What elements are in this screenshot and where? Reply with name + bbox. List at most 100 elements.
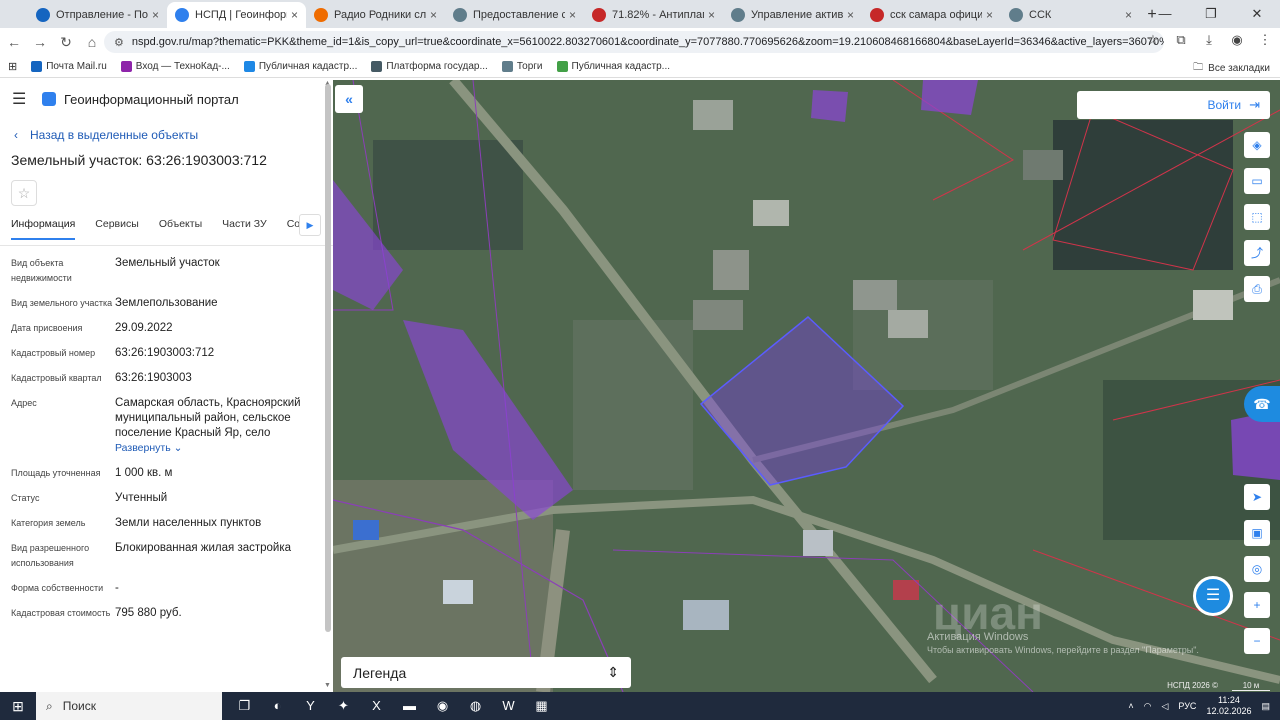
- browser-tab[interactable]: Радио Родники слушать ×: [306, 2, 445, 28]
- scroll-down-arrow-icon[interactable]: ▼: [324, 682, 331, 689]
- tab-close-icon[interactable]: ×: [152, 8, 159, 22]
- assistant-side-icon[interactable]: ☎: [1244, 386, 1280, 422]
- zoom-in-button[interactable]: +: [1244, 592, 1270, 618]
- volume-icon[interactable]: ◁: [1161, 701, 1168, 712]
- expand-address-link[interactable]: Развернуть ⌄: [115, 441, 315, 456]
- property-value: -: [115, 581, 315, 596]
- tab-close-icon[interactable]: ×: [708, 8, 715, 22]
- close-window-button[interactable]: ✕: [1234, 0, 1280, 28]
- browser-tab[interactable]: 71.82% - Антиплагиат он ×: [584, 2, 723, 28]
- tab-close-icon[interactable]: ×: [986, 8, 993, 22]
- minimize-button[interactable]: —: [1142, 0, 1188, 28]
- building: [443, 580, 473, 604]
- favorite-star-button[interactable]: ☆: [11, 180, 37, 206]
- bookmark-item[interactable]: Публичная кадастр...: [556, 61, 670, 72]
- app-icon[interactable]: ▦: [525, 698, 558, 714]
- zoom-out-button[interactable]: −: [1244, 628, 1270, 654]
- tab-close-icon[interactable]: ×: [569, 8, 576, 22]
- hamburger-menu-icon[interactable]: ☰: [12, 89, 36, 109]
- panel-tab[interactable]: Информация: [11, 218, 76, 240]
- network-icon[interactable]: ◠: [1144, 701, 1152, 712]
- property-row: Вид земельного участка Землепользование: [0, 296, 333, 311]
- back-to-selected-link[interactable]: ‹ Назад в выделенные объекты: [14, 128, 333, 142]
- task-view-icon[interactable]: ❐: [228, 698, 261, 714]
- layers-icon[interactable]: ◈: [1244, 132, 1270, 158]
- browser-tab[interactable]: НСПД | Геоинформацио ×: [167, 2, 306, 28]
- panel-tab[interactable]: Части ЗУ: [222, 218, 267, 240]
- property-row: Площадь уточненная 1 000 кв. м: [0, 466, 333, 481]
- property-row: Категория земель Земли населенных пунктов: [0, 516, 333, 531]
- forward-arrow-icon[interactable]: →: [28, 34, 52, 50]
- field-patch: [373, 140, 523, 250]
- extensions-icon[interactable]: ⧉: [1172, 32, 1190, 48]
- notifications-icon[interactable]: ▤: [1261, 701, 1270, 712]
- explorer-icon[interactable]: ▬: [393, 698, 426, 714]
- minimap-icon[interactable]: ▣: [1244, 520, 1270, 546]
- browser-tab[interactable]: Отправление - Почта M ×: [28, 2, 167, 28]
- browser-tab[interactable]: Предоставление сведен ×: [445, 2, 584, 28]
- menu-icon[interactable]: ⋮: [1256, 32, 1274, 48]
- map-view[interactable]: циан « Войти ⇥ ◈ ▭ ⬚ ⤴ ⎙ ☎ ➤ ▣ ◎ + − ☰ А…: [333, 80, 1280, 692]
- print-icon[interactable]: ⎙: [1244, 276, 1270, 302]
- all-bookmarks[interactable]: 🗀 Все закладки: [1193, 60, 1270, 77]
- language-indicator[interactable]: РУС: [1178, 701, 1196, 711]
- legend-dropdown[interactable]: Легенда ⇕: [341, 657, 631, 688]
- property-value: 29.09.2022: [115, 321, 315, 336]
- browser-tab[interactable]: Управление активами С ×: [723, 2, 862, 28]
- bookmark-item[interactable]: Публичная кадастр...: [243, 61, 357, 72]
- geolocation-icon[interactable]: ◎: [1244, 556, 1270, 582]
- url-input[interactable]: ⚙ nspd.gov.ru/map?thematic=PKK&theme_id=…: [104, 31, 1164, 53]
- app-icon[interactable]: ✦: [327, 698, 360, 714]
- info-panel: ☰ Геоинформационный портал ‹ Назад в выд…: [0, 80, 333, 692]
- bookmark-item[interactable]: Почта Mail.ru: [31, 61, 107, 72]
- site-info-icon[interactable]: ⚙: [114, 36, 124, 49]
- browser-tab[interactable]: сск самара официальны ×: [862, 2, 1001, 28]
- edge-icon[interactable]: ◐: [261, 698, 294, 714]
- app-icon[interactable]: ◍: [459, 698, 492, 714]
- bookmark-item[interactable]: Платформа государ...: [371, 61, 488, 72]
- locate-icon[interactable]: ➤: [1244, 484, 1270, 510]
- bookmark-item[interactable]: Торги: [501, 61, 543, 72]
- tab-favicon-icon: [592, 8, 606, 22]
- chat-button[interactable]: ☰: [1193, 576, 1233, 616]
- collapse-panel-button[interactable]: «: [335, 85, 363, 113]
- reload-icon[interactable]: ↻: [54, 34, 78, 51]
- share-icon[interactable]: ⤴: [1244, 240, 1270, 266]
- profile-icon[interactable]: ◉: [1228, 32, 1246, 48]
- tabs-scroll-right-icon[interactable]: ▶: [299, 214, 321, 236]
- download-icon[interactable]: ⤓: [1200, 32, 1218, 48]
- clock[interactable]: 11:24 12.02.2026: [1206, 695, 1251, 717]
- login-button[interactable]: Войти ⇥: [1077, 91, 1270, 119]
- tray-arrow-icon[interactable]: ˄: [1128, 701, 1133, 711]
- map-attribution: НСПД 2026 © 10 м: [1167, 681, 1270, 691]
- select-area-icon[interactable]: ⬚: [1244, 204, 1270, 230]
- word-icon[interactable]: W: [492, 698, 525, 714]
- home-icon[interactable]: ⌂: [80, 34, 104, 50]
- bookmark-star-icon[interactable]: ☆: [1144, 32, 1162, 48]
- excel-icon[interactable]: X: [360, 698, 393, 714]
- ruler-icon[interactable]: ▭: [1244, 168, 1270, 194]
- bookmark-item[interactable]: Вход — ТехноКад-...: [120, 61, 230, 72]
- property-value-text: Учтенный: [115, 492, 168, 504]
- yandex-icon[interactable]: Y: [294, 698, 327, 714]
- windows-start-icon[interactable]: ⊞: [0, 698, 36, 715]
- panel-tabs: ИнформацияСервисыОбъектыЧасти ЗУСоста ▶: [0, 214, 333, 246]
- bookmark-label: Вход — ТехноКад-...: [135, 61, 230, 72]
- tab-close-icon[interactable]: ×: [1125, 8, 1132, 22]
- tab-close-icon[interactable]: ×: [847, 8, 854, 22]
- apps-icon[interactable]: ⊞: [8, 60, 17, 73]
- browser-tab[interactable]: ССК ×: [1001, 2, 1140, 28]
- property-row: Кадастровая стоимость 795 880 руб.: [0, 606, 333, 621]
- tab-close-icon[interactable]: ×: [291, 8, 298, 22]
- tab-close-icon[interactable]: ×: [430, 8, 437, 22]
- maximize-button[interactable]: ❐: [1188, 0, 1234, 28]
- building: [693, 300, 743, 330]
- panel-tab[interactable]: Объекты: [159, 218, 202, 240]
- taskbar-search[interactable]: ⌕ Поиск: [36, 692, 222, 720]
- property-value-text: Земельный участок: [115, 257, 220, 269]
- back-arrow-icon[interactable]: ←: [2, 34, 26, 50]
- panel-tab[interactable]: Сервисы: [95, 218, 139, 240]
- chrome-icon[interactable]: ◉: [426, 698, 459, 714]
- panel-scrollbar[interactable]: [325, 84, 331, 632]
- tab-favicon-icon: [175, 8, 189, 22]
